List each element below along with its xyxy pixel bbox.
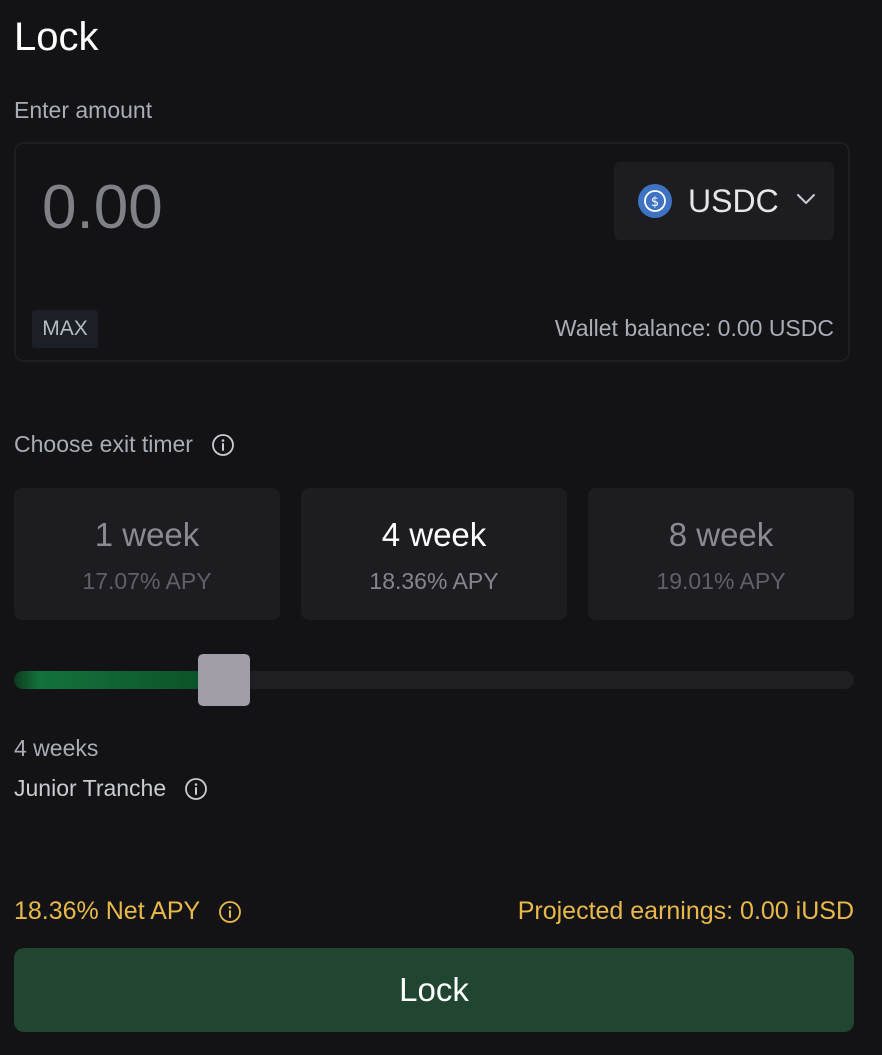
option-weeks: 4 week bbox=[381, 516, 487, 553]
info-icon[interactable] bbox=[218, 900, 242, 924]
net-apy: 18.36% Net APY bbox=[14, 897, 242, 926]
exit-timer-label-text: Choose exit timer bbox=[14, 431, 193, 457]
exit-timer-option-4-week[interactable]: 4 week 18.36% APY bbox=[301, 488, 567, 620]
page-title: Lock bbox=[14, 15, 99, 59]
option-apy: 18.36% APY bbox=[369, 568, 499, 594]
projected-earnings: Projected earnings: 0.00 iUSD bbox=[517, 897, 854, 925]
duration-slider-fill bbox=[14, 671, 224, 689]
selected-duration: 4 weeks bbox=[14, 735, 99, 761]
amount-panel: $ USDC MAX Wallet balance: 0.00 USDC bbox=[14, 142, 850, 362]
max-button[interactable]: MAX bbox=[32, 310, 98, 348]
option-apy: 19.01% APY bbox=[656, 568, 786, 594]
option-apy: 17.07% APY bbox=[82, 568, 212, 594]
chevron-down-icon bbox=[796, 192, 816, 210]
info-icon[interactable] bbox=[184, 777, 208, 801]
amount-input[interactable] bbox=[42, 172, 542, 242]
option-weeks: 1 week bbox=[94, 516, 200, 553]
exit-timer-option-8-week[interactable]: 8 week 19.01% APY bbox=[588, 488, 854, 620]
token-symbol: USDC bbox=[688, 182, 779, 219]
lock-button[interactable]: Lock bbox=[14, 948, 854, 1032]
duration-slider-thumb[interactable] bbox=[198, 654, 250, 706]
svg-text:$: $ bbox=[651, 195, 659, 210]
net-apy-text: 18.36% Net APY bbox=[14, 897, 201, 925]
exit-timer-label: Choose exit timer bbox=[14, 431, 235, 458]
option-weeks: 8 week bbox=[668, 516, 774, 553]
token-select[interactable]: $ USDC bbox=[614, 162, 834, 240]
exit-timer-option-1-week[interactable]: 1 week 17.07% APY bbox=[14, 488, 280, 620]
tranche-label-text: Junior Tranche bbox=[14, 775, 167, 801]
usdc-icon: $ bbox=[638, 184, 672, 218]
wallet-balance: Wallet balance: 0.00 USDC bbox=[554, 315, 834, 341]
info-icon[interactable] bbox=[211, 433, 235, 457]
duration-slider-track[interactable] bbox=[14, 671, 854, 689]
tranche-label: Junior Tranche bbox=[14, 775, 208, 802]
enter-amount-label: Enter amount bbox=[14, 97, 153, 123]
